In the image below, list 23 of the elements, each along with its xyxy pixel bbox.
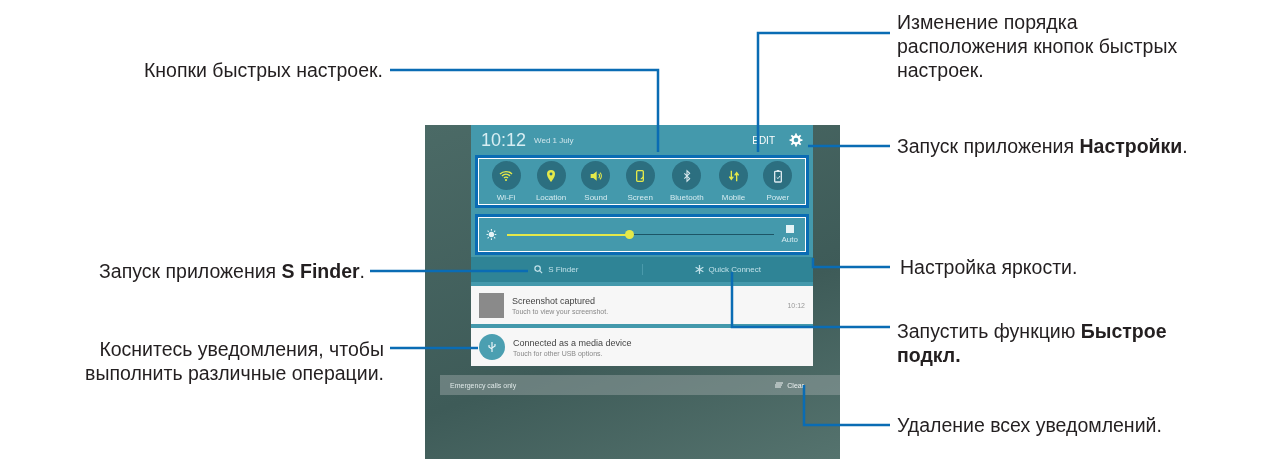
- date-text: Wed 1 July: [534, 135, 574, 145]
- callout-text: Коснитесь уведомления, чтобы выполнить различные операции.: [84, 337, 384, 385]
- search-icon: [534, 265, 544, 274]
- brightness-icon: [486, 228, 499, 241]
- callout-text: Кнопки быстрых настроек.: [143, 58, 383, 82]
- settings-icon[interactable]: [789, 133, 803, 147]
- callout-text: Настройка яркости.: [900, 255, 1078, 279]
- list-icon: [775, 382, 784, 388]
- callout-text: Запустить функцию Быстрое подкл.: [897, 319, 1168, 367]
- edit-button[interactable]: EDIT: [746, 134, 781, 146]
- screenshot-thumbnail: [479, 292, 504, 318]
- slider-thumb[interactable]: [625, 230, 635, 239]
- clock-text: 10:12: [481, 129, 527, 151]
- callout-text: Изменение порядка расположения кнопок быстрых настроек.: [897, 10, 1179, 82]
- callout-text: Удаление всех уведомлений.: [897, 413, 1162, 437]
- quick-connect-button[interactable]: Quick Connect: [641, 264, 813, 275]
- s-finder-button[interactable]: S Finder: [471, 264, 642, 275]
- asterisk-icon: [694, 265, 704, 274]
- callout-text: Запуск приложения S Finder.: [99, 259, 365, 283]
- auto-checkbox[interactable]: [785, 225, 794, 233]
- auto-label: Auto: [781, 235, 798, 244]
- callout-text: Запуск приложения Настройки.: [897, 134, 1188, 158]
- usb-icon: [479, 334, 505, 360]
